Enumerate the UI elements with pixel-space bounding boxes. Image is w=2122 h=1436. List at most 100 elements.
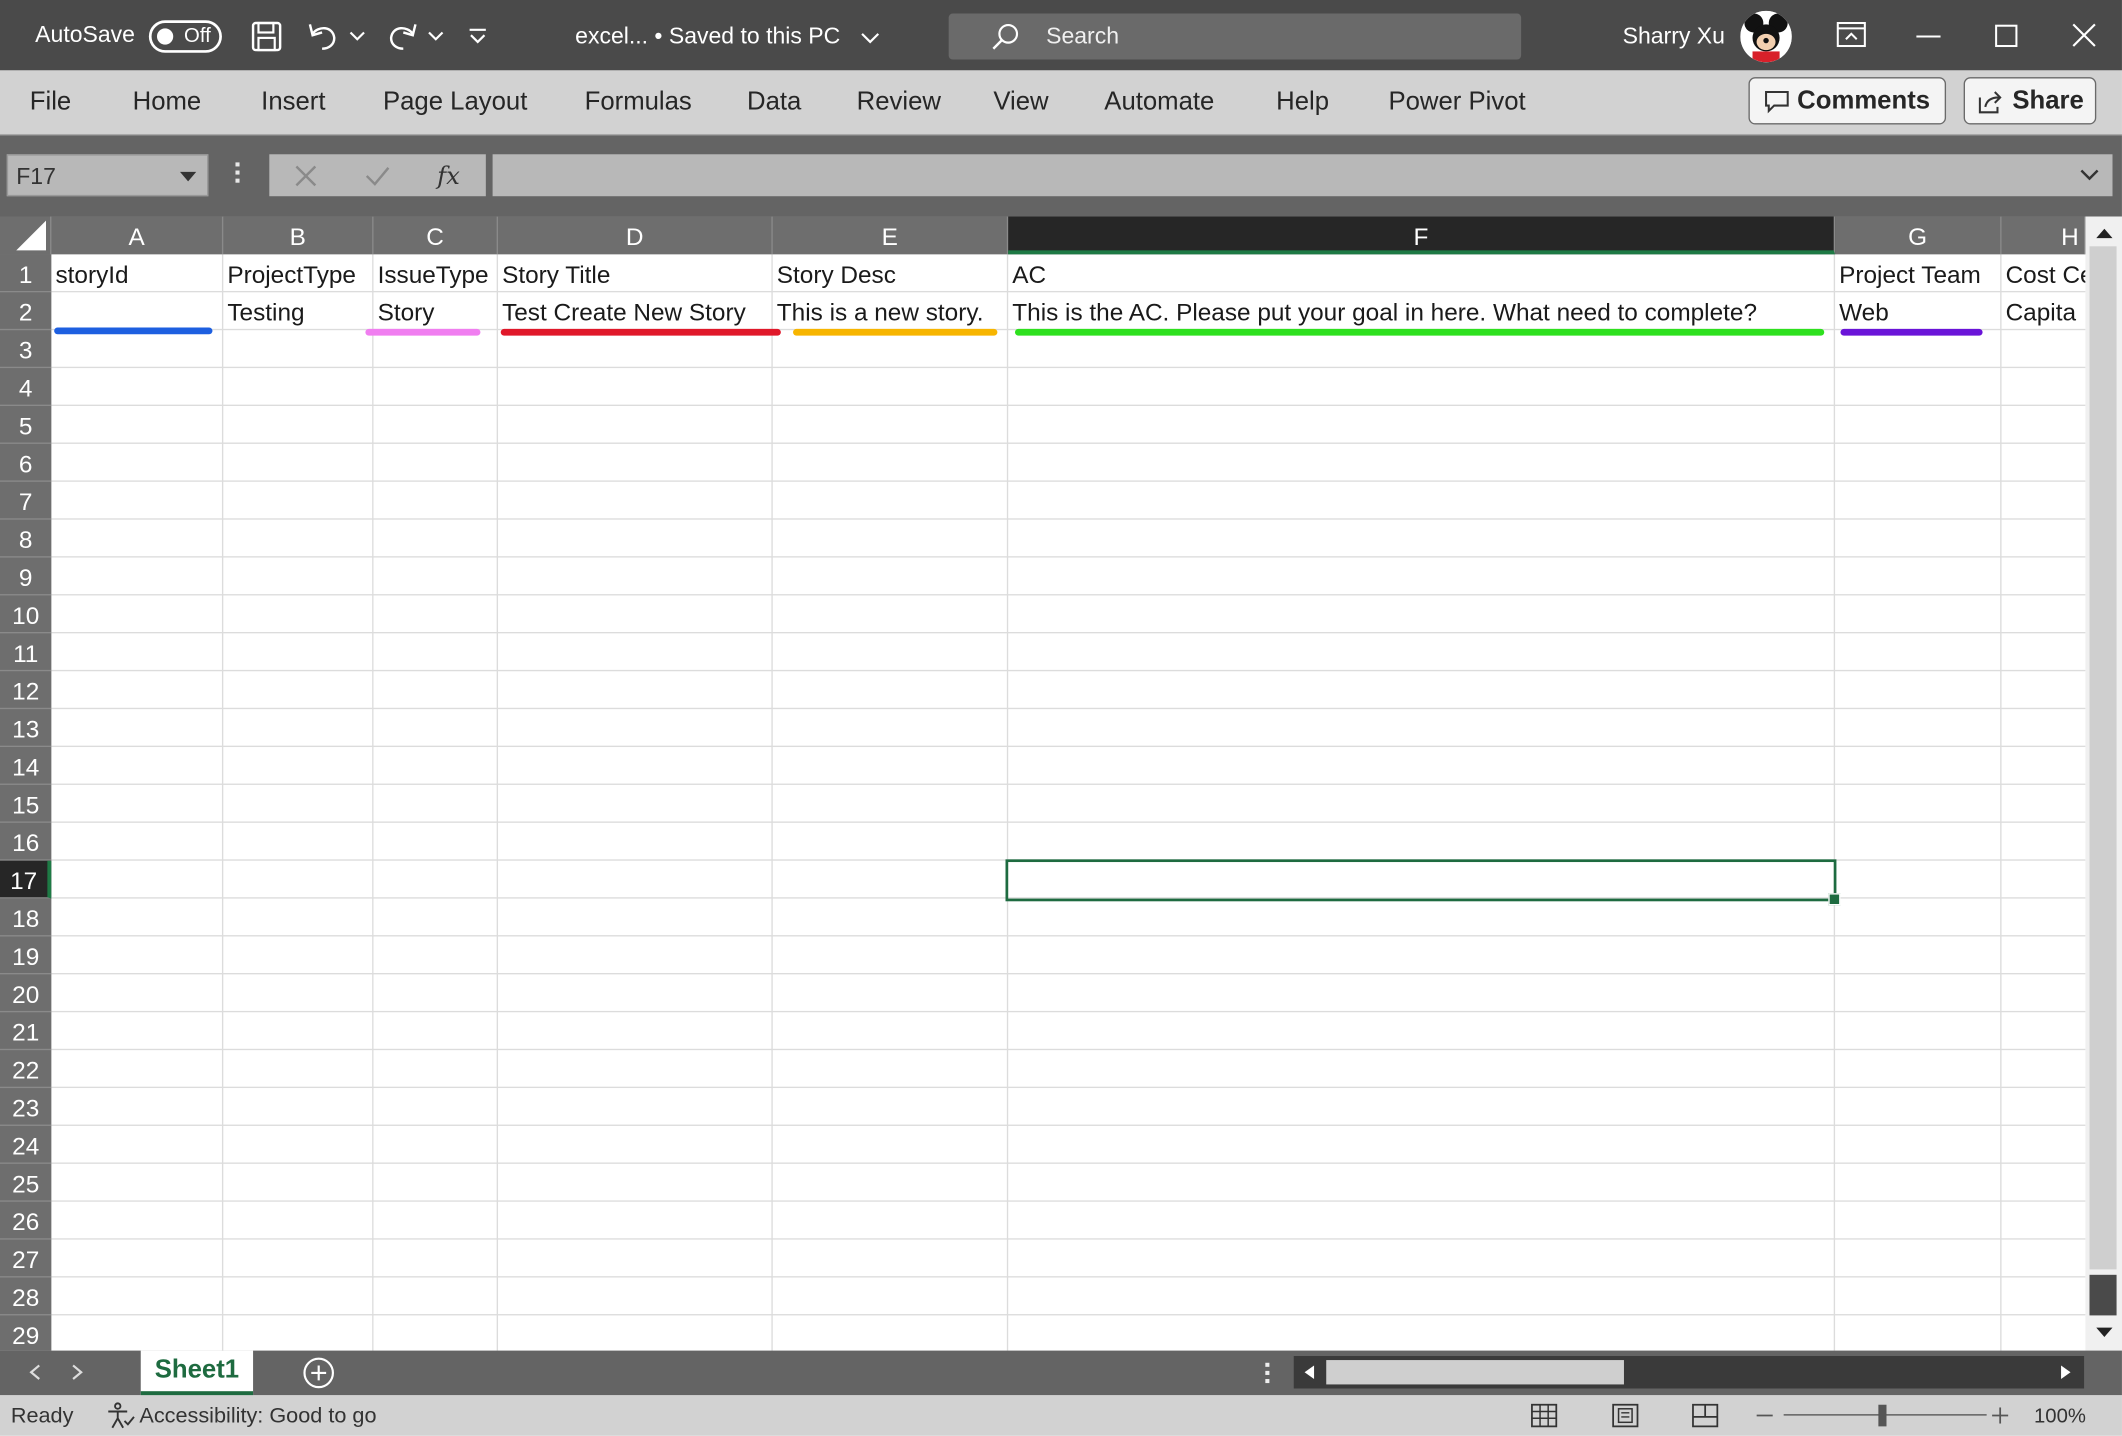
save-icon[interactable] xyxy=(250,20,282,52)
document-title[interactable]: excel... • Saved to this PC xyxy=(575,23,840,50)
row-header-5[interactable]: 5 xyxy=(0,406,52,444)
accessibility-status[interactable]: Accessibility: Good to go xyxy=(139,1405,376,1429)
tab-formulas[interactable]: Formulas xyxy=(585,88,692,118)
autosave-toggle[interactable]: Off xyxy=(148,20,222,53)
row-header-26[interactable]: 26 xyxy=(0,1202,52,1240)
horizontal-scroll-thumb[interactable] xyxy=(1326,1360,1624,1385)
row-header-1[interactable]: 1 xyxy=(0,254,52,293)
cell-e2[interactable]: This is a new story. xyxy=(773,292,1008,330)
scroll-right-icon[interactable] xyxy=(2060,1364,2074,1380)
row-header-13[interactable]: 13 xyxy=(0,709,52,748)
column-header-f[interactable]: F xyxy=(1008,216,1836,255)
cell-d2[interactable]: Test Create New Story xyxy=(498,292,773,330)
selected-cell-f17[interactable] xyxy=(1005,859,1841,906)
tab-power-pivot[interactable]: Power Pivot xyxy=(1388,88,1525,118)
zoom-slider-thumb[interactable] xyxy=(1878,1404,1887,1427)
row-header-28[interactable]: 28 xyxy=(0,1278,52,1316)
tab-view[interactable]: View xyxy=(993,88,1048,118)
scroll-up-icon[interactable] xyxy=(2095,226,2114,240)
formula-input[interactable] xyxy=(492,154,2113,197)
minimize-icon[interactable] xyxy=(1916,35,1941,38)
select-all-button[interactable] xyxy=(0,216,52,255)
cell-f1[interactable]: AC xyxy=(1008,254,1835,292)
cell-a2[interactable] xyxy=(51,292,223,330)
scroll-sheets-left-icon[interactable] xyxy=(28,1364,42,1380)
tab-automate[interactable]: Automate xyxy=(1104,88,1214,118)
column-header-c[interactable]: C xyxy=(374,216,499,255)
tab-insert[interactable]: Insert xyxy=(261,88,325,118)
cell-f2[interactable]: This is the AC. Please put your goal in … xyxy=(1008,292,1835,330)
comments-button[interactable]: Comments xyxy=(1748,77,1947,125)
sheet-options-icon[interactable] xyxy=(1265,1362,1270,1384)
row-header-10[interactable]: 10 xyxy=(0,595,52,634)
close-icon[interactable] xyxy=(2072,23,2096,47)
expand-formula-bar-icon[interactable] xyxy=(2077,162,2101,186)
tab-help[interactable]: Help xyxy=(1276,88,1329,118)
page-break-preview-icon[interactable] xyxy=(1692,1403,1719,1428)
tab-page-layout[interactable]: Page Layout xyxy=(383,88,527,118)
column-header-e[interactable]: E xyxy=(773,216,1009,255)
cell-h2[interactable]: Capita xyxy=(2002,292,2086,330)
row-header-23[interactable]: 23 xyxy=(0,1088,52,1126)
row-header-25[interactable]: 25 xyxy=(0,1164,52,1202)
tab-data[interactable]: Data xyxy=(747,88,801,118)
customize-toolbar-icon[interactable] xyxy=(468,27,487,46)
tab-file[interactable]: File xyxy=(30,88,71,118)
vertical-scrollbar[interactable] xyxy=(2085,216,2122,1351)
cell-a1[interactable]: storyId xyxy=(51,254,223,292)
row-header-6[interactable]: 6 xyxy=(0,444,52,482)
accessibility-icon[interactable] xyxy=(106,1402,136,1430)
row-header-14[interactable]: 14 xyxy=(0,747,52,785)
row-header-15[interactable]: 15 xyxy=(0,785,52,823)
undo-icon[interactable] xyxy=(306,20,341,52)
sheet-tab-sheet1[interactable]: Sheet1 xyxy=(140,1350,254,1396)
vertical-scroll-thumb[interactable] xyxy=(2089,246,2117,1270)
redo-dropdown-icon[interactable] xyxy=(428,31,444,42)
zoom-out-icon[interactable] xyxy=(1756,1414,1773,1417)
column-header-d[interactable]: D xyxy=(498,216,773,255)
name-box-dropdown-icon[interactable] xyxy=(179,171,197,182)
row-header-27[interactable]: 27 xyxy=(0,1240,52,1278)
cell-b2[interactable]: Testing xyxy=(223,292,373,330)
cell-g2[interactable]: Web xyxy=(1835,292,2001,330)
cell-d1[interactable]: Story Title xyxy=(498,254,773,292)
row-header-22[interactable]: 22 xyxy=(0,1050,52,1089)
user-name[interactable]: Sharry Xu xyxy=(1623,23,1725,50)
tab-review[interactable]: Review xyxy=(857,88,941,118)
zoom-in-icon[interactable] xyxy=(1992,1407,2009,1424)
cell-b1[interactable]: ProjectType xyxy=(223,254,373,292)
share-button[interactable]: Share xyxy=(1963,77,2097,125)
normal-view-icon[interactable] xyxy=(1531,1403,1558,1428)
avatar[interactable] xyxy=(1740,10,1792,63)
name-box[interactable]: F17 xyxy=(6,154,209,197)
zoom-level[interactable]: 100% xyxy=(2034,1405,2086,1428)
row-header-19[interactable]: 19 xyxy=(0,936,52,975)
scroll-down-icon[interactable] xyxy=(2095,1326,2114,1340)
horizontal-scrollbar[interactable] xyxy=(1293,1356,2085,1389)
search-box[interactable]: Search xyxy=(948,13,1522,60)
row-header-3[interactable]: 3 xyxy=(0,330,52,369)
row-header-2[interactable]: 2 xyxy=(0,292,52,331)
fill-handle[interactable] xyxy=(1828,893,1841,906)
column-header-a[interactable]: A xyxy=(51,216,224,255)
cell-c1[interactable]: IssueType xyxy=(374,254,499,292)
cancel-icon[interactable] xyxy=(294,164,318,188)
cell-h1[interactable]: Cost Ce xyxy=(2002,254,2086,292)
worksheet-grid[interactable]: storyId ProjectType IssueType Story Titl… xyxy=(51,254,2086,1351)
cell-c2[interactable]: Story xyxy=(374,292,499,330)
enter-icon[interactable] xyxy=(364,164,391,188)
chevron-down-icon[interactable] xyxy=(861,32,880,44)
maximize-icon[interactable] xyxy=(1995,24,2018,48)
row-header-18[interactable]: 18 xyxy=(0,899,52,937)
ribbon-display-icon[interactable] xyxy=(1836,21,1866,49)
row-header-7[interactable]: 7 xyxy=(0,482,52,520)
row-header-9[interactable]: 9 xyxy=(0,558,52,596)
row-header-29[interactable]: 29 xyxy=(0,1315,51,1350)
row-header-21[interactable]: 21 xyxy=(0,1012,52,1051)
add-sheet-icon[interactable] xyxy=(302,1356,336,1390)
scroll-left-icon[interactable] xyxy=(1302,1364,1316,1380)
page-layout-view-icon[interactable] xyxy=(1612,1403,1639,1428)
vertical-scroll-track[interactable] xyxy=(2089,1274,2117,1316)
row-header-16[interactable]: 16 xyxy=(0,823,52,861)
cell-e1[interactable]: Story Desc xyxy=(773,254,1008,292)
